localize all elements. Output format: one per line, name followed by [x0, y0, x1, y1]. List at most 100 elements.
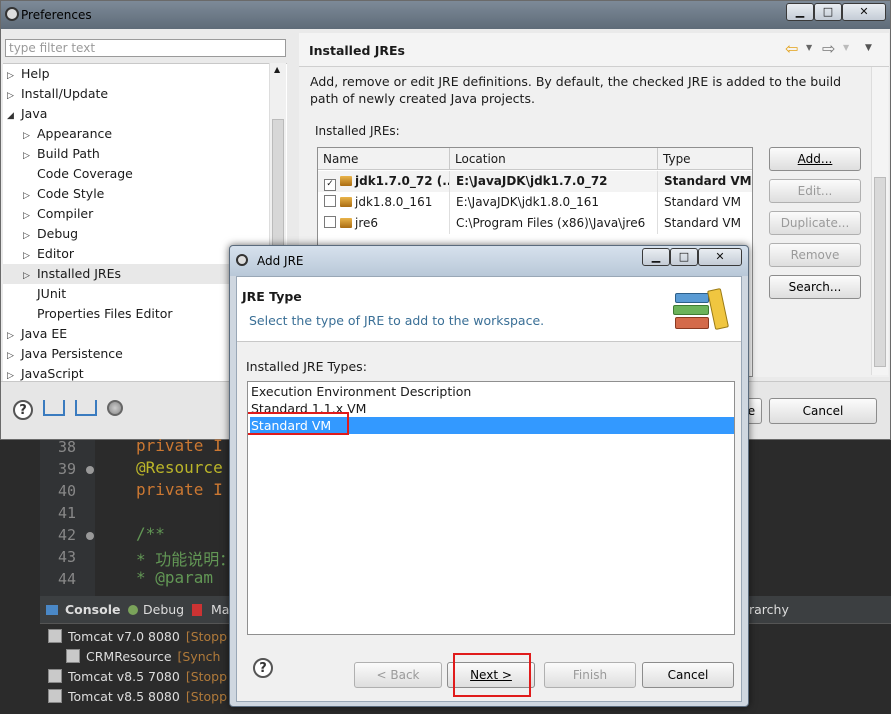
cell-location: E:\JavaJDK\jdk1.7.0_72: [450, 171, 658, 192]
tree-item-editor[interactable]: ▷ Editor: [23, 244, 74, 264]
tree-item-label: Code Style: [37, 186, 105, 201]
search-jre-button[interactable]: Search...: [769, 275, 861, 299]
collapsed-arrow-icon[interactable]: ▷: [7, 346, 21, 366]
add-jre-button[interactable]: Add...: [769, 147, 861, 171]
launch-name: CRMResource: [86, 649, 172, 664]
collapsed-arrow-icon[interactable]: ▷: [23, 186, 37, 206]
tab-markers[interactable]: Ma: [211, 602, 229, 617]
tab-hierarchy[interactable]: rarchy: [749, 602, 789, 617]
console-launch-row[interactable]: Tomcat v8.5 8080 [Stopp: [48, 687, 227, 707]
page-description: Add, remove or edit JRE definitions. By …: [310, 74, 842, 106]
launch-name: Tomcat v7.0 8080: [68, 629, 180, 644]
help-icon[interactable]: ?: [13, 400, 33, 420]
tree-item-junit[interactable]: JUnit: [23, 284, 66, 304]
tree-item-install-update[interactable]: ▷ Install/Update: [7, 84, 108, 104]
collapsed-arrow-icon[interactable]: ▷: [7, 366, 21, 381]
column-header-type[interactable]: Type: [658, 148, 752, 170]
jre-library-icon: [340, 218, 352, 228]
remove-jre-button[interactable]: Remove: [769, 243, 861, 267]
book-red-icon: [675, 317, 709, 329]
view-menu-icon[interactable]: ▼: [865, 43, 872, 53]
collapsed-arrow-icon[interactable]: ▷: [7, 86, 21, 106]
column-header-name[interactable]: Name: [318, 148, 450, 170]
dialog-maximize-button[interactable]: □: [670, 248, 698, 266]
preferences-cancel-button[interactable]: Cancel: [769, 398, 877, 424]
minimize-button[interactable]: ▁: [786, 3, 814, 21]
dialog-titlebar[interactable]: Add JRE ▁ □ ✕: [230, 246, 748, 276]
jre-name: jre6: [355, 216, 379, 230]
tab-debug[interactable]: Debug: [143, 602, 184, 617]
table-row[interactable]: jdk1.8.0_161 E:\JavaJDK\jdk1.8.0_161 Stand…: [318, 192, 752, 213]
tree-item-code-style[interactable]: ▷ Code Style: [23, 184, 104, 204]
tree-item-label: Java: [21, 106, 48, 121]
dialog-close-button[interactable]: ✕: [698, 248, 742, 266]
collapsed-arrow-icon[interactable]: ▷: [23, 266, 37, 286]
table-row[interactable]: jre6 C:\Program Files (x86)\Java\jre6 Stan…: [318, 213, 752, 234]
column-header-location[interactable]: Location: [450, 148, 658, 170]
forward-menu-icon[interactable]: ▼: [843, 43, 849, 52]
back-arrow-icon[interactable]: ⇦: [785, 39, 798, 58]
console-launch-row[interactable]: Tomcat v7.0 8080 [Stopp: [48, 627, 227, 647]
fold-toggle-icon[interactable]: [86, 466, 94, 474]
tree-item-code-coverage[interactable]: Code Coverage: [23, 164, 133, 184]
line-number: 42: [58, 526, 77, 544]
collapsed-arrow-icon[interactable]: ▷: [23, 206, 37, 226]
jre-name: jdk1.8.0_161: [355, 195, 433, 209]
scroll-thumb-right[interactable]: [874, 177, 886, 367]
import-icon[interactable]: [43, 400, 65, 416]
dialog-minimize-button[interactable]: ▁: [642, 248, 670, 266]
jre-type-item[interactable]: Execution Environment Description: [250, 383, 734, 400]
collapsed-arrow-icon[interactable]: ▷: [7, 326, 21, 346]
dialog-help-icon[interactable]: ?: [253, 658, 273, 678]
filter-input[interactable]: type filter text: [5, 39, 286, 57]
close-button[interactable]: ✕: [842, 3, 886, 21]
forward-arrow-icon[interactable]: ⇨: [822, 39, 835, 58]
finish-button[interactable]: Finish: [544, 662, 636, 688]
tree-item-compiler[interactable]: ▷ Compiler: [23, 204, 93, 224]
export-icon[interactable]: [75, 400, 97, 416]
book-yellow-icon: [706, 287, 730, 331]
launch-name: Tomcat v8.5 8080: [68, 689, 180, 704]
record-icon[interactable]: [107, 400, 123, 416]
table-row[interactable]: ✓ jdk1.7.0_72 (... E:\JavaJDK\jdk1.7.0_72 S…: [318, 171, 752, 192]
collapsed-arrow-icon[interactable]: ▷: [7, 66, 21, 86]
tree-item-properties-files-editor[interactable]: Properties Files Editor: [23, 304, 173, 324]
duplicate-jre-button[interactable]: Duplicate...: [769, 211, 861, 235]
code-line: private I: [136, 480, 223, 499]
installed-jres-label: Installed JREs:: [315, 124, 400, 138]
tab-console[interactable]: Console: [65, 602, 120, 617]
jre-checkbox[interactable]: [324, 216, 336, 228]
tree-item-label: Installed JREs: [37, 266, 122, 281]
tree-item-java-persistence[interactable]: ▷ Java Persistence: [7, 344, 123, 364]
preferences-titlebar[interactable]: Preferences ▁ □ ✕: [1, 1, 890, 29]
tree-item-appearance[interactable]: ▷ Appearance: [23, 124, 112, 144]
tree-item-java[interactable]: ◢ Java: [7, 104, 47, 124]
console-launch-row[interactable]: Tomcat v8.5 7080 [Stopp: [48, 667, 227, 687]
tree-item-debug[interactable]: ▷ Debug: [23, 224, 78, 244]
add-label: Add...: [797, 152, 833, 166]
collapsed-arrow-icon[interactable]: ▷: [23, 226, 37, 246]
scroll-up-icon[interactable]: ▲: [274, 65, 280, 74]
jre-checkbox[interactable]: ✓: [324, 179, 336, 191]
tree-item-help[interactable]: ▷ Help: [7, 64, 50, 84]
maximize-button[interactable]: □: [814, 3, 842, 21]
console-launch-row[interactable]: CRMResource [Synch: [66, 647, 220, 667]
tree-item-java-ee[interactable]: ▷ Java EE: [7, 324, 67, 344]
tree-item-javascript[interactable]: ▷ JavaScript: [7, 364, 84, 381]
jre-types-list[interactable]: Execution Environment Description Standar…: [247, 381, 735, 635]
collapsed-arrow-icon[interactable]: ▷: [23, 126, 37, 146]
tree-item-build-path[interactable]: ▷ Build Path: [23, 144, 100, 164]
dialog-app-icon: [236, 254, 248, 266]
collapsed-arrow-icon[interactable]: ▷: [23, 146, 37, 166]
book-green-icon: [673, 305, 709, 315]
collapsed-arrow-icon[interactable]: ▷: [23, 246, 37, 266]
back-button[interactable]: < Back: [354, 662, 442, 688]
jre-checkbox[interactable]: [324, 195, 336, 207]
back-menu-icon[interactable]: ▼: [806, 43, 812, 52]
tree-item-label: Editor: [37, 246, 74, 261]
fold-toggle-icon[interactable]: [86, 532, 94, 540]
page-scrollbar[interactable]: [871, 67, 888, 375]
expanded-arrow-icon[interactable]: ◢: [7, 106, 21, 126]
edit-jre-button[interactable]: Edit...: [769, 179, 861, 203]
dialog-cancel-button[interactable]: Cancel: [642, 662, 734, 688]
